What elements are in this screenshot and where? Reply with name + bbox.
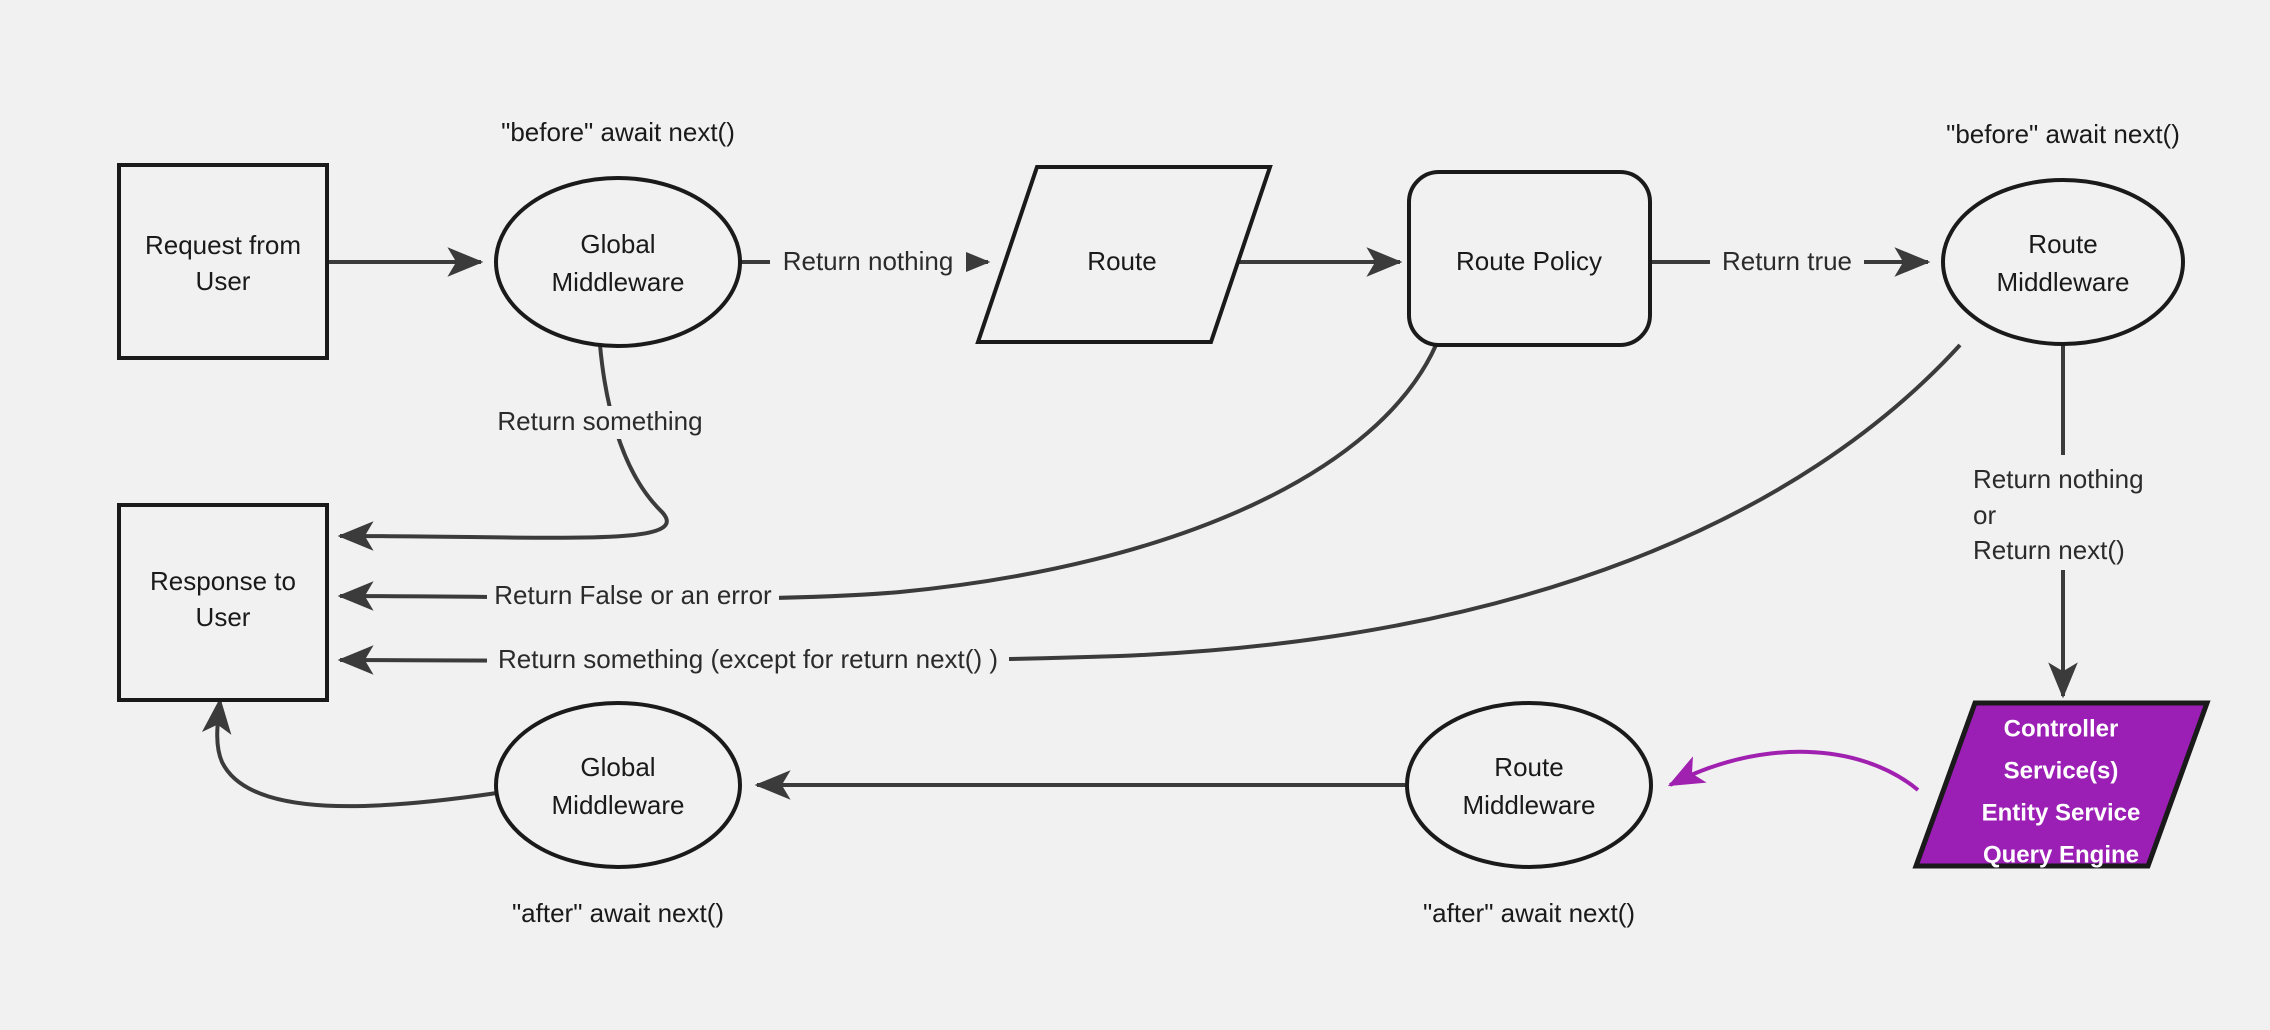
edge-label-route-mw-out-line2: or	[1973, 500, 1996, 530]
node-route-middleware-bottom-line1: Route	[1494, 752, 1563, 782]
node-route-middleware-bottom[interactable]	[1405, 701, 1653, 869]
node-controller-stack-line3: Entity Service	[1982, 799, 2141, 826]
node-request-from-user-line1: Request from	[145, 230, 301, 260]
node-global-middleware-bottom-line1: Global	[580, 752, 655, 782]
node-route-label: Route	[1087, 246, 1156, 276]
node-global-middleware-bottom[interactable]	[494, 701, 742, 869]
edge-label-return-nothing: Return nothing	[783, 246, 954, 276]
edge-label-return-something-except: Return something (except for return next…	[498, 644, 998, 674]
node-global-middleware-top-line2: Middleware	[552, 267, 685, 297]
edge-label-route-mw-out-line1: Return nothing	[1973, 464, 2144, 494]
node-response-to-user-line2: User	[196, 602, 251, 632]
annotation-before-await-next-route: "before" await next()	[1946, 119, 2180, 149]
node-route-middleware-top-line2: Middleware	[1997, 267, 2130, 297]
node-controller-stack-line1: Controller	[2004, 715, 2119, 742]
annotation-after-await-next-global: "after" await next()	[512, 898, 724, 928]
edge-label-return-true: Return true	[1722, 246, 1852, 276]
node-route-middleware-top[interactable]	[1941, 178, 2185, 346]
node-controller-stack-line2: Service(s)	[2004, 757, 2119, 784]
node-response-to-user-line1: Response to	[150, 566, 296, 596]
middleware-flow-diagram: Request from User Global Middleware Rout…	[117, 117, 2211, 928]
edge-label-route-mw-out-line3: Return next()	[1973, 535, 2125, 565]
edge-route-policy-return-false	[337, 344, 1438, 611]
node-controller-stack-line4: Query Engine	[1983, 841, 2139, 868]
edge-controller-to-route-middleware-bottom	[1667, 749, 1920, 792]
node-route-middleware-bottom-line2: Middleware	[1463, 790, 1596, 820]
node-route-middleware-top-line1: Route	[2028, 229, 2097, 259]
annotation-after-await-next-route: "after" await next()	[1423, 898, 1635, 928]
edge-route-middleware-return-something-except	[337, 343, 1962, 675]
edge-global-middleware-bottom-to-response	[201, 697, 498, 809]
node-request-from-user[interactable]	[117, 163, 329, 360]
node-global-middleware-top[interactable]	[494, 176, 742, 348]
edge-global-middleware-return-something	[337, 344, 669, 551]
edge-label-return-something-top: Return something	[497, 406, 702, 436]
node-route-policy-label: Route Policy	[1456, 246, 1602, 276]
annotation-before-await-next-global: "before" await next()	[501, 117, 735, 147]
diagram-canvas: Request from User Global Middleware Rout…	[0, 0, 2270, 1030]
node-global-middleware-bottom-line2: Middleware	[552, 790, 685, 820]
edge-label-return-false-or-error: Return False or an error	[494, 580, 772, 610]
node-global-middleware-top-line1: Global	[580, 229, 655, 259]
node-request-from-user-line2: User	[196, 266, 251, 296]
